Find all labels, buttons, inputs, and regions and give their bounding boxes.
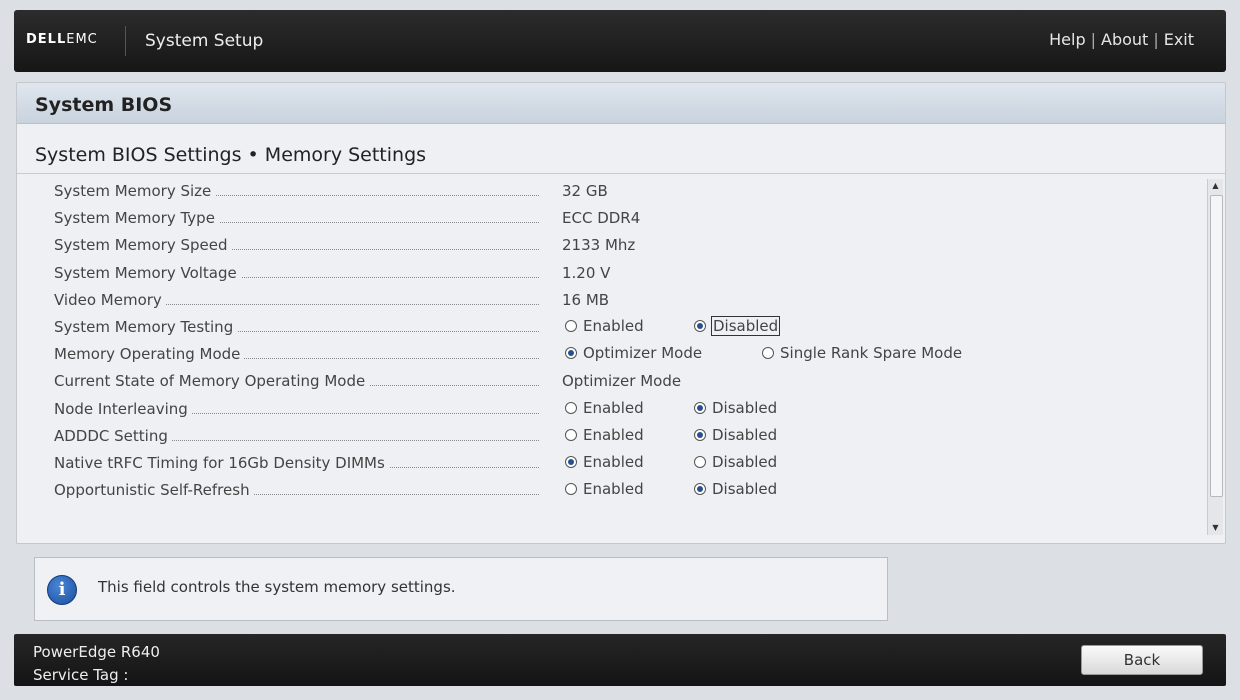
panel-title: System BIOS: [35, 94, 173, 116]
radio-icon: [565, 428, 577, 441]
adddc-enabled-radio[interactable]: Enabled: [565, 426, 644, 444]
setting-row-memory-testing: System Memory Testing Enabled Disabled: [17, 314, 1207, 341]
setting-label: Memory Operating Mode: [54, 345, 539, 364]
divider: [17, 173, 1225, 174]
setting-row-node-interleaving: Node Interleaving Enabled Disabled: [17, 396, 1207, 423]
self-refresh-disabled-radio[interactable]: Disabled: [694, 480, 777, 498]
self-refresh-enabled-radio[interactable]: Enabled: [565, 480, 644, 498]
scroll-thumb[interactable]: [1210, 195, 1223, 497]
setting-row-memory-operating-mode: Memory Operating Mode Optimizer Mode Sin…: [17, 341, 1207, 368]
setting-row-current-state: Current State of Memory Operating Mode O…: [17, 368, 1207, 395]
setting-label: System Memory Type: [54, 209, 539, 228]
setting-value: 2133 Mhz: [562, 236, 636, 255]
memory-testing-disabled-radio[interactable]: Disabled: [694, 315, 781, 336]
logo-divider: [125, 26, 126, 56]
setting-label: ADDDC Setting: [54, 426, 539, 445]
settings-panel: System BIOS System BIOS Settings • Memor…: [16, 82, 1226, 544]
exit-link[interactable]: Exit: [1164, 30, 1194, 49]
dell-emc-logo: DELLEMC: [26, 32, 98, 47]
setting-row-memory-speed: System Memory Speed 2133 Mhz: [17, 232, 1207, 259]
about-link[interactable]: About: [1101, 30, 1148, 49]
setting-label: Node Interleaving: [54, 399, 539, 418]
radio-icon: [694, 455, 706, 468]
system-model: PowerEdge R640: [33, 643, 160, 661]
link-separator: |: [1153, 30, 1159, 49]
setting-row-video-memory: Video Memory 16 MB: [17, 287, 1207, 314]
scroll-down-arrow-icon[interactable]: ▼: [1208, 521, 1223, 535]
radio-icon: [565, 319, 577, 332]
settings-list: System Memory Size 32 GB System Memory T…: [17, 178, 1207, 504]
setting-label: System Memory Size: [54, 182, 539, 200]
radio-icon: [694, 319, 706, 332]
radio-icon: [565, 483, 577, 496]
breadcrumb: System BIOS Settings • Memory Settings: [35, 144, 427, 166]
setting-value: Optimizer Mode: [562, 372, 682, 391]
setting-row-self-refresh: Opportunistic Self-Refresh Enabled Disab…: [17, 477, 1207, 504]
header-links: Help | About | Exit: [1049, 30, 1194, 49]
adddc-disabled-radio[interactable]: Disabled: [694, 426, 777, 444]
single-rank-spare-mode-radio[interactable]: Single Rank Spare Mode: [762, 344, 962, 362]
link-separator: |: [1090, 30, 1096, 49]
native-trfc-disabled-radio[interactable]: Disabled: [694, 453, 777, 471]
setting-row-adddc: ADDDC Setting Enabled Disabled: [17, 423, 1207, 450]
setting-label: Native tRFC Timing for 16Gb Density DIMM…: [54, 453, 539, 472]
radio-icon: [762, 347, 774, 360]
radio-icon: [694, 483, 706, 496]
native-trfc-enabled-radio[interactable]: Enabled: [565, 453, 644, 471]
scroll-up-arrow-icon[interactable]: ▲: [1208, 179, 1223, 193]
setting-row-memory-voltage: System Memory Voltage 1.20 V: [17, 260, 1207, 287]
setting-row-memory-type: System Memory Type ECC DDR4: [17, 205, 1207, 232]
optimizer-mode-radio[interactable]: Optimizer Mode: [565, 344, 702, 362]
help-box: i This field controls the system memory …: [34, 557, 888, 621]
radio-icon: [565, 347, 577, 360]
back-button[interactable]: Back: [1081, 645, 1203, 675]
setting-row-memory-size: System Memory Size 32 GB: [17, 178, 1207, 205]
setting-value: 16 MB: [562, 290, 610, 309]
setting-value: ECC DDR4: [562, 209, 641, 228]
setting-label: System Memory Speed: [54, 236, 539, 255]
setting-label: Current State of Memory Operating Mode: [54, 372, 539, 391]
radio-icon: [565, 401, 577, 414]
radio-icon: [694, 428, 706, 441]
vertical-scrollbar[interactable]: ▲ ▼: [1207, 179, 1223, 535]
setting-label: System Memory Testing: [54, 317, 539, 336]
radio-icon: [565, 455, 577, 468]
setting-value: 1.20 V: [562, 263, 611, 282]
setting-value: 32 GB: [562, 182, 608, 200]
panel-title-bar: System BIOS: [17, 83, 1225, 124]
app-title: System Setup: [145, 31, 264, 51]
node-interleaving-enabled-radio[interactable]: Enabled: [565, 399, 644, 417]
help-link[interactable]: Help: [1049, 30, 1085, 49]
setting-row-native-trfc: Native tRFC Timing for 16Gb Density DIMM…: [17, 450, 1207, 477]
memory-testing-enabled-radio[interactable]: Enabled: [565, 317, 644, 335]
service-tag: Service Tag :: [33, 666, 129, 684]
footer-bar: PowerEdge R640 Service Tag : Back: [14, 634, 1226, 686]
radio-icon: [694, 401, 706, 414]
setting-label: Opportunistic Self-Refresh: [54, 481, 539, 500]
help-text: This field controls the system memory se…: [98, 578, 456, 596]
setting-label: System Memory Voltage: [54, 263, 539, 282]
info-icon: i: [47, 575, 77, 605]
header-bar: DELLEMC System Setup Help | About | Exit: [14, 10, 1226, 72]
setting-label: Video Memory: [54, 290, 539, 309]
node-interleaving-disabled-radio[interactable]: Disabled: [694, 399, 777, 417]
